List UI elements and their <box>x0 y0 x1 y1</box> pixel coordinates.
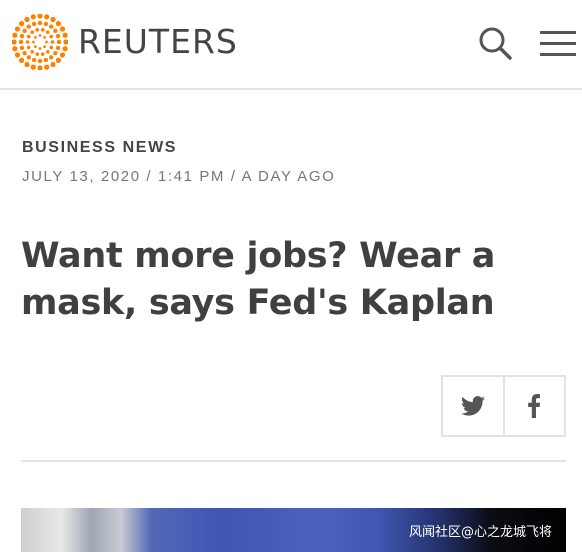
article-dateline: JULY 13, 2020 / 1:41 PM / A DAY AGO <box>22 168 336 185</box>
site-header: REUTERS <box>0 0 582 90</box>
twitter-icon <box>460 396 485 416</box>
facebook-icon <box>528 394 541 418</box>
facebook-share-button[interactable] <box>502 377 565 435</box>
twitter-share-button[interactable] <box>443 377 503 435</box>
reuters-logo-icon[interactable] <box>12 14 68 70</box>
article-headline: Want more jobs? Wear a mask, says Fed's … <box>21 236 496 323</box>
article-category[interactable]: BUSINESS NEWS <box>22 139 177 157</box>
hamburger-menu-icon[interactable] <box>540 30 576 58</box>
section-divider <box>21 460 566 462</box>
article-photo[interactable]: 风闻社区@心之龙城飞将 <box>21 508 566 552</box>
brand-wordmark[interactable]: REUTERS <box>78 22 238 61</box>
share-buttons <box>441 375 566 437</box>
photo-watermark: 风闻社区@心之龙城飞将 <box>408 525 552 540</box>
search-icon[interactable] <box>478 26 512 60</box>
